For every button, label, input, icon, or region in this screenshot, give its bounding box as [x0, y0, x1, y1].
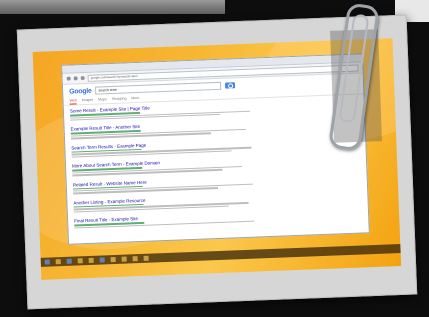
app-icon[interactable]	[88, 257, 94, 263]
app-icon[interactable]	[110, 256, 116, 263]
app-icon[interactable]	[143, 255, 149, 261]
browser-icon[interactable]	[66, 258, 72, 264]
tab-images[interactable]: Images	[82, 98, 94, 104]
app-icon[interactable]	[132, 256, 138, 262]
app-icon[interactable]	[77, 258, 83, 264]
tab-web[interactable]: Web	[69, 98, 77, 105]
tab-maps[interactable]: Maps	[98, 97, 107, 103]
search-logo[interactable]: Google	[69, 87, 92, 95]
explorer-icon[interactable]	[55, 259, 61, 265]
search-button[interactable]	[225, 82, 236, 89]
search-icon	[227, 83, 233, 89]
tab-shopping[interactable]: Shopping	[112, 96, 127, 103]
start-icon[interactable]	[44, 259, 50, 265]
app-icon[interactable]	[99, 257, 105, 263]
reload-icon[interactable]	[80, 76, 85, 81]
back-icon[interactable]	[66, 76, 71, 81]
forward-icon[interactable]	[73, 76, 78, 81]
tab-more[interactable]: More	[131, 96, 139, 102]
search-results: Some Result - Example Site | Page Title …	[64, 94, 369, 229]
background-top-strip	[0, 0, 225, 14]
app-icon[interactable]	[121, 256, 127, 262]
browser-window[interactable]: google.com/search?q=search+term Google s…	[61, 53, 370, 245]
